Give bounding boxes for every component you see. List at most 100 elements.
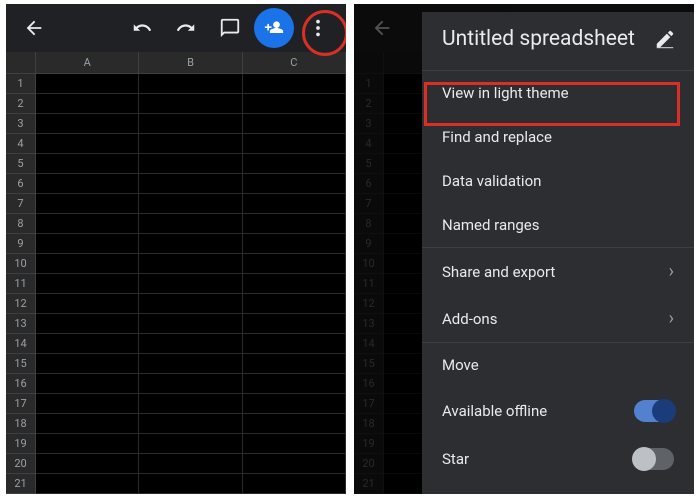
cell[interactable] [36, 454, 139, 474]
cell[interactable] [139, 314, 242, 334]
row-header[interactable]: 14 [6, 334, 36, 354]
row-header[interactable]: 10 [354, 254, 384, 274]
star-toggle[interactable] [634, 448, 674, 470]
cell[interactable] [139, 74, 242, 94]
spreadsheet-grid[interactable]: A B C 123456789101112131415161718192021 [6, 52, 346, 494]
cell[interactable] [243, 114, 346, 134]
row-header[interactable]: 16 [6, 374, 36, 394]
cell[interactable] [139, 474, 242, 494]
cell[interactable] [139, 334, 242, 354]
cell[interactable] [36, 214, 139, 234]
cell[interactable] [243, 454, 346, 474]
row-header[interactable]: 3 [354, 114, 384, 134]
cell[interactable] [243, 274, 346, 294]
menu-item-available-offline[interactable]: Available offline [422, 387, 694, 435]
cell[interactable] [139, 234, 242, 254]
row-header[interactable]: 9 [6, 234, 36, 254]
cell[interactable] [243, 94, 346, 114]
cell[interactable] [243, 154, 346, 174]
row-header[interactable]: 21 [6, 474, 36, 494]
cell[interactable] [243, 74, 346, 94]
row-header[interactable]: 6 [354, 174, 384, 194]
cell[interactable] [36, 194, 139, 214]
row-header[interactable]: 15 [6, 354, 36, 374]
menu-item-view-light-theme[interactable]: View in light theme [422, 71, 694, 115]
cell[interactable] [243, 234, 346, 254]
menu-item-find-replace[interactable]: Find and replace [422, 115, 694, 159]
cell[interactable] [139, 214, 242, 234]
row-header[interactable]: 6 [6, 174, 36, 194]
row-header[interactable]: 21 [354, 474, 384, 494]
row-header[interactable]: 7 [354, 194, 384, 214]
row-header[interactable]: 10 [6, 254, 36, 274]
menu-item-star[interactable]: Star [422, 435, 694, 483]
row-header[interactable]: 2 [354, 94, 384, 114]
cell[interactable] [36, 234, 139, 254]
cell[interactable] [36, 274, 139, 294]
menu-item-data-validation[interactable]: Data validation [422, 159, 694, 203]
cell[interactable] [243, 294, 346, 314]
cell[interactable] [243, 334, 346, 354]
row-header[interactable]: 16 [354, 374, 384, 394]
row-header[interactable]: 1 [354, 74, 384, 94]
cell[interactable] [243, 374, 346, 394]
row-header[interactable]: 9 [354, 234, 384, 254]
column-header[interactable]: B [139, 52, 242, 73]
row-header[interactable]: 20 [354, 454, 384, 474]
cell[interactable] [36, 374, 139, 394]
cell[interactable] [139, 354, 242, 374]
comment-icon[interactable] [210, 8, 250, 48]
menu-item-add-ons[interactable]: Add-ons › [422, 295, 694, 342]
cell[interactable] [139, 154, 242, 174]
row-header[interactable]: 11 [354, 274, 384, 294]
row-header[interactable]: 12 [6, 294, 36, 314]
row-header[interactable]: 13 [6, 314, 36, 334]
cell[interactable] [36, 254, 139, 274]
cell[interactable] [139, 114, 242, 134]
row-header[interactable]: 8 [6, 214, 36, 234]
cell[interactable] [139, 134, 242, 154]
cell[interactable] [36, 314, 139, 334]
menu-item-share-export[interactable]: Share and export › [422, 247, 694, 295]
redo-icon[interactable] [166, 8, 206, 48]
select-all-corner[interactable] [6, 52, 36, 73]
row-header[interactable]: 18 [6, 414, 36, 434]
row-header[interactable]: 11 [6, 274, 36, 294]
cell[interactable] [139, 174, 242, 194]
cell[interactable] [36, 114, 139, 134]
cell[interactable] [139, 394, 242, 414]
row-header[interactable]: 13 [354, 314, 384, 334]
cell[interactable] [36, 394, 139, 414]
cell[interactable] [36, 174, 139, 194]
cell[interactable] [139, 194, 242, 214]
cell[interactable] [243, 434, 346, 454]
rename-icon[interactable] [654, 26, 676, 54]
row-header[interactable]: 8 [354, 214, 384, 234]
cell[interactable] [36, 354, 139, 374]
cell[interactable] [36, 154, 139, 174]
cell[interactable] [243, 134, 346, 154]
row-header[interactable]: 19 [354, 434, 384, 454]
cell[interactable] [36, 434, 139, 454]
cell[interactable] [36, 414, 139, 434]
row-header[interactable]: 7 [6, 194, 36, 214]
row-header[interactable]: 17 [354, 394, 384, 414]
back-icon[interactable] [14, 8, 54, 48]
row-header[interactable]: 4 [354, 134, 384, 154]
row-header[interactable]: 4 [6, 134, 36, 154]
undo-icon[interactable] [122, 8, 162, 48]
menu-item-move[interactable]: Move [422, 342, 694, 387]
row-header[interactable]: 19 [6, 434, 36, 454]
row-header[interactable]: 17 [6, 394, 36, 414]
cell[interactable] [139, 414, 242, 434]
cell[interactable] [243, 414, 346, 434]
cell[interactable] [36, 134, 139, 154]
menu-item-named-ranges[interactable]: Named ranges [422, 203, 694, 247]
column-header[interactable]: C [243, 52, 346, 73]
cell[interactable] [243, 394, 346, 414]
cell[interactable] [36, 294, 139, 314]
row-header[interactable]: 2 [6, 94, 36, 114]
cell[interactable] [139, 274, 242, 294]
cell[interactable] [243, 354, 346, 374]
cell[interactable] [243, 214, 346, 234]
